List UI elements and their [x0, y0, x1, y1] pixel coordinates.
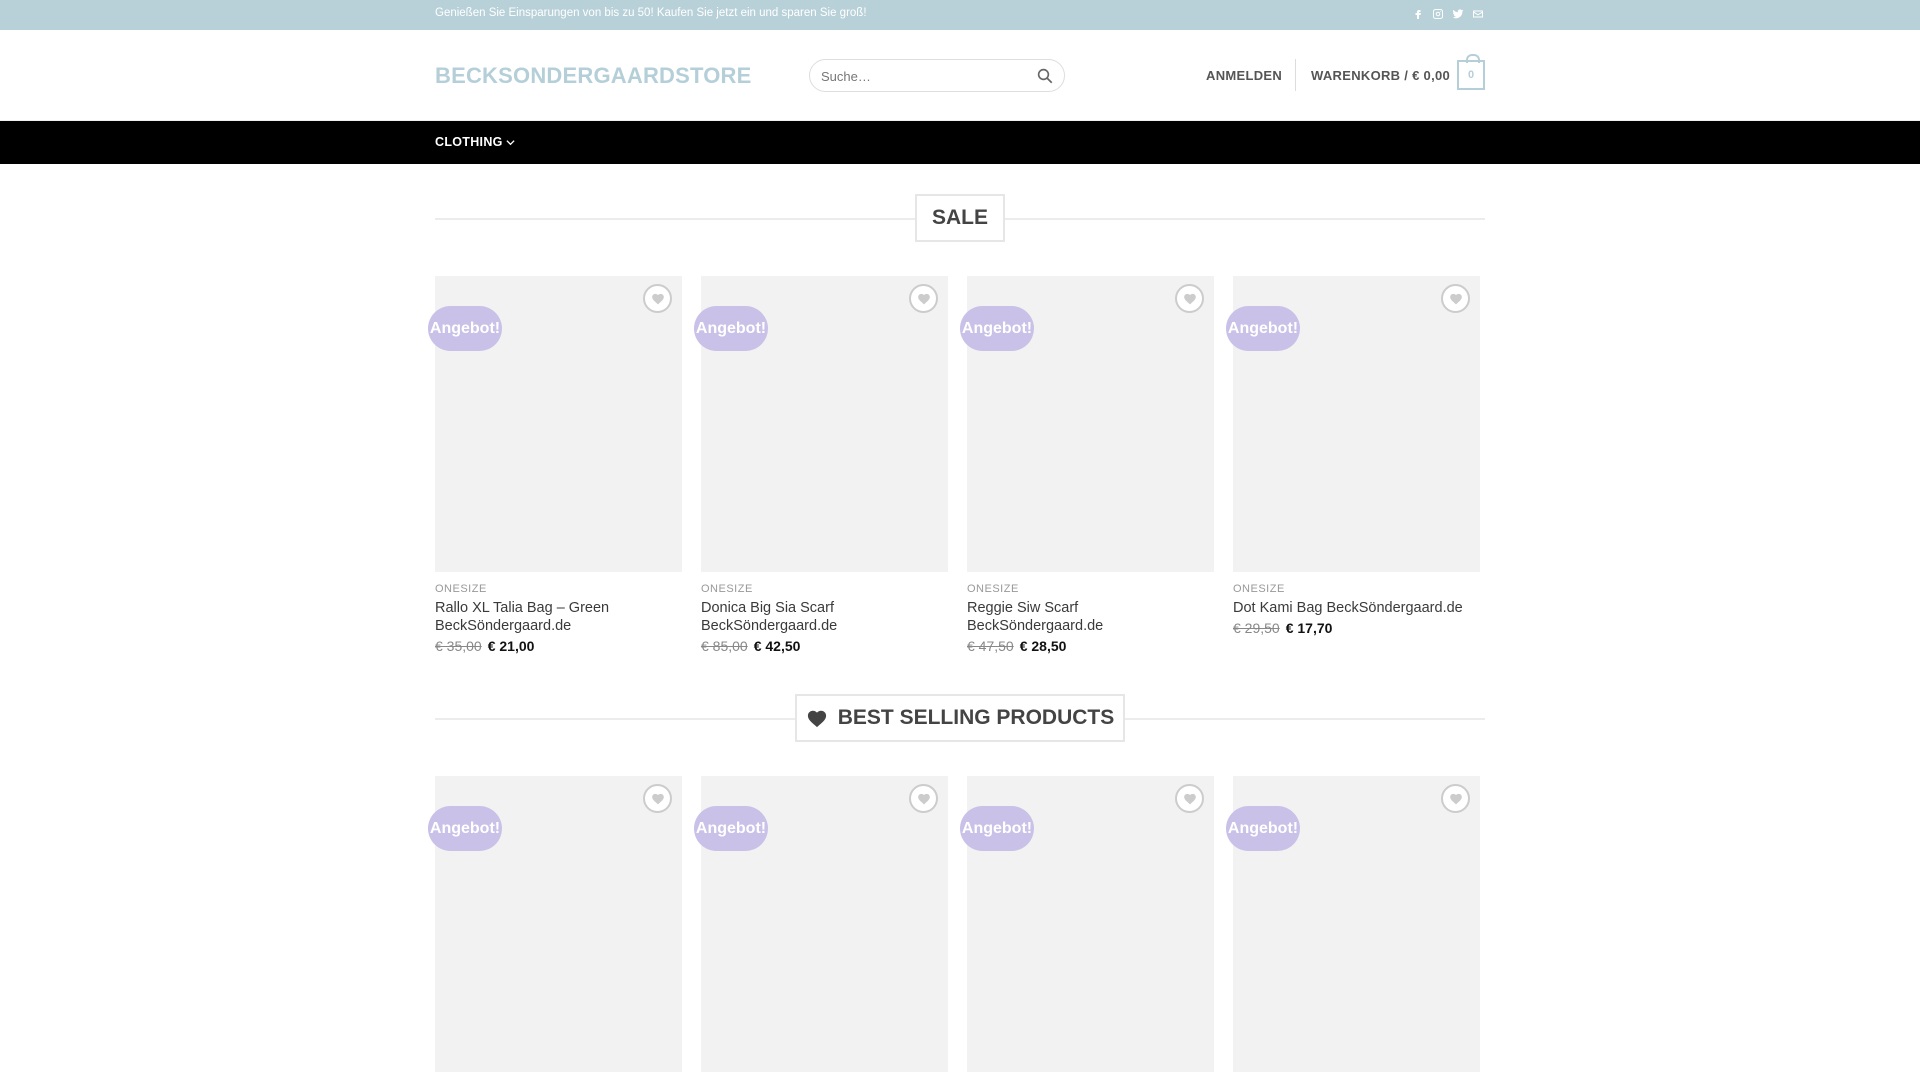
- product-price: € 47,50 € 28,50: [967, 638, 1066, 654]
- new-price: € 42,50: [753, 638, 801, 654]
- product-title[interactable]: Reggie Siw Scarf BeckSöndergaard.de: [967, 599, 1217, 635]
- product-price: € 85,00 € 42,50: [701, 638, 800, 654]
- product-category[interactable]: ONESIZE: [435, 583, 487, 595]
- sale-section-title: SALE: [435, 194, 1485, 242]
- old-price: € 29,50: [1233, 620, 1280, 636]
- wishlist-button[interactable]: [1441, 784, 1470, 813]
- product-category[interactable]: ONESIZE: [701, 583, 753, 595]
- promo-message: Genießen Sie Einsparungen von bis zu 50!…: [435, 7, 867, 19]
- wishlist-button[interactable]: [1175, 284, 1204, 313]
- wishlist-button[interactable]: [909, 784, 938, 813]
- search-placeholder: Suche…: [821, 69, 871, 84]
- chevron-down-icon: [506, 139, 515, 145]
- wishlist-button[interactable]: [909, 284, 938, 313]
- search-input[interactable]: Suche…: [809, 59, 1065, 92]
- social-links: [1411, 6, 1485, 22]
- sale-badge: Angebot!: [960, 306, 1034, 351]
- product-title[interactable]: Donica Big Sia Scarf BeckSöndergaard.de: [701, 599, 951, 635]
- main-nav: CLOTHING: [0, 121, 1920, 164]
- new-price: € 28,50: [1019, 638, 1067, 654]
- sale-badge: Angebot!: [1226, 306, 1300, 351]
- sale-badge: Angebot!: [694, 806, 768, 851]
- new-price: € 17,70: [1285, 620, 1333, 636]
- old-price: € 35,00: [435, 638, 482, 654]
- email-icon[interactable]: [1471, 6, 1485, 22]
- cart-count-badge[interactable]: 0: [1457, 54, 1485, 90]
- wishlist-button[interactable]: [643, 784, 672, 813]
- heart-icon: [1449, 793, 1462, 805]
- heart-icon: [651, 293, 664, 305]
- wishlist-button[interactable]: [1175, 784, 1204, 813]
- heart-icon: [1183, 793, 1196, 805]
- heart-icon: [1183, 293, 1196, 305]
- top-bar: Genießen Sie Einsparungen von bis zu 50!…: [0, 0, 1920, 30]
- sale-heading-text: SALE: [931, 206, 988, 229]
- search-icon[interactable]: [1036, 67, 1054, 85]
- nav-item-label: CLOTHING: [435, 135, 503, 149]
- facebook-icon[interactable]: [1411, 6, 1425, 22]
- best-selling-heading: BEST SELLING PRODUCTS: [795, 694, 1125, 742]
- header-divider: [1295, 59, 1296, 91]
- wishlist-button[interactable]: [643, 284, 672, 313]
- sale-heading: SALE: [915, 194, 1005, 242]
- cart-link[interactable]: WARENKORB / € 0,00: [1311, 68, 1450, 83]
- sale-badge: Angebot!: [960, 806, 1034, 851]
- sale-badge: Angebot!: [428, 306, 502, 351]
- instagram-icon[interactable]: [1431, 6, 1445, 22]
- old-price: € 47,50: [967, 638, 1014, 654]
- heart-icon: [651, 793, 664, 805]
- best-selling-heading-text: BEST SELLING PRODUCTS: [837, 706, 1115, 729]
- product-title[interactable]: Dot Kami Bag BeckSöndergaard.de: [1233, 599, 1483, 617]
- twitter-icon[interactable]: [1451, 6, 1465, 22]
- nav-item-clothing[interactable]: CLOTHING: [435, 135, 515, 149]
- product-title[interactable]: Rallo XL Talia Bag – Green BeckSöndergaa…: [435, 599, 685, 635]
- product-price: € 35,00 € 21,00: [435, 638, 534, 654]
- heart-icon: [1449, 293, 1462, 305]
- sale-badge: Angebot!: [428, 806, 502, 851]
- product-price: € 29,50 € 17,70: [1233, 620, 1332, 636]
- login-link[interactable]: ANMELDEN: [1206, 68, 1282, 83]
- site-logo[interactable]: BECKSONDERGAARDSTORE: [435, 63, 752, 89]
- product-category[interactable]: ONESIZE: [1233, 583, 1285, 595]
- new-price: € 21,00: [487, 638, 535, 654]
- sale-badge: Angebot!: [1226, 806, 1300, 851]
- heart-icon: [917, 293, 930, 305]
- old-price: € 85,00: [701, 638, 748, 654]
- site-header: BECKSONDERGAARDSTORE Suche… ANMELDEN WAR…: [0, 30, 1920, 121]
- heart-icon: [917, 793, 930, 805]
- sale-badge: Angebot!: [694, 306, 768, 351]
- heart-icon: [807, 710, 826, 728]
- wishlist-button[interactable]: [1441, 284, 1470, 313]
- best-selling-section-title: BEST SELLING PRODUCTS: [435, 694, 1485, 742]
- product-category[interactable]: ONESIZE: [967, 583, 1019, 595]
